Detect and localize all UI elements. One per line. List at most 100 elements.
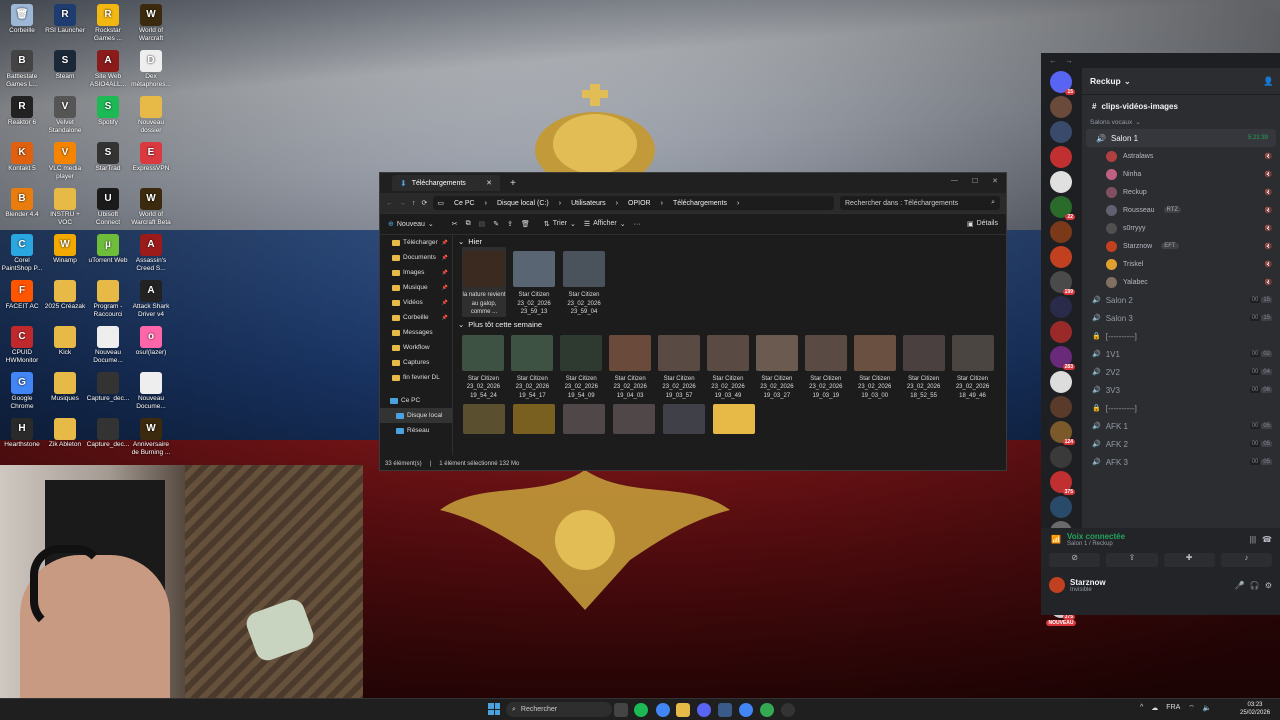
nav-item[interactable]: Musique 📌 xyxy=(380,280,452,295)
address-bar[interactable]: ▭ Ce PC › Disque local (C:) › Utilisateurs… xyxy=(433,196,834,210)
file-item[interactable]: Star Citizen 23_02_2026 19_04_03 xyxy=(609,331,652,401)
voice-member[interactable]: Rousseau RTZ 🔇 xyxy=(1082,201,1280,219)
refresh-icon[interactable]: ⟳ xyxy=(422,199,428,207)
delete-icon[interactable]: 🗑 xyxy=(521,220,530,228)
forward-icon[interactable]: → xyxy=(1065,56,1073,65)
volume-icon[interactable]: 🔈 xyxy=(1203,704,1212,713)
nav-item[interactable]: Télécharger 📌 xyxy=(380,235,452,250)
voice-member[interactable]: Reckup 🔇 xyxy=(1082,183,1280,201)
file-item[interactable] xyxy=(512,400,556,438)
desktop-icon[interactable]: A Attack Shark Driver v4 xyxy=(129,280,173,318)
file-item[interactable]: Star Citizen 23_02_2026 19_54_09 xyxy=(560,331,603,401)
server-icon[interactable] xyxy=(1050,371,1072,393)
back-icon[interactable]: ← xyxy=(1049,56,1057,65)
more-button[interactable]: ··· xyxy=(634,221,641,228)
minimize-button[interactable]: — xyxy=(951,177,958,185)
file-item[interactable]: Star Citizen 23_02_2026 19_54_24 xyxy=(462,331,505,401)
chevron-up-icon[interactable]: ^ xyxy=(1140,704,1143,713)
server-icon[interactable] xyxy=(1050,321,1072,343)
server-icon[interactable]: 124 xyxy=(1050,421,1075,445)
desktop-icon[interactable]: 🗑 Corbeille xyxy=(0,4,44,35)
file-item[interactable]: Star Citizen 23_02_2026 19_03_27 xyxy=(755,331,798,401)
server-icon[interactable] xyxy=(1050,221,1072,243)
file-explorer-window[interactable]: ⬇ Téléchargements ✕ + — ☐ ✕ ← → ↑ ⟳ ▭ Ce… xyxy=(379,172,1007,471)
file-item[interactable]: Star Citizen 23_02_2026 23_59_04 xyxy=(562,247,606,317)
desktop-icon[interactable]: G Google Chrome xyxy=(0,372,44,410)
server-icon[interactable] xyxy=(1050,296,1072,318)
desktop-icon[interactable]: U Ubisoft Connect xyxy=(86,188,130,226)
camera-button[interactable]: ⊘ xyxy=(1049,553,1101,567)
file-item[interactable] xyxy=(562,400,606,438)
view-button[interactable]: ☰ Afficher ⌄ xyxy=(584,220,626,228)
desktop-icon[interactable]: o osu!(lazer) xyxy=(129,326,173,357)
maximize-button[interactable]: ☐ xyxy=(972,177,978,185)
file-item[interactable]: Star Citizen 23_02_2026 19_54_17 xyxy=(511,331,554,401)
obs-icon[interactable] xyxy=(781,703,795,717)
voice-channel[interactable]: 🔊 Salon 2 00 15 xyxy=(1082,291,1280,309)
clock[interactable]: 03:23 25/02/2026 xyxy=(1240,701,1270,717)
desktop-icon[interactable]: Nouveau Docume... xyxy=(86,326,130,364)
add-member-icon[interactable]: 👤 xyxy=(1263,76,1274,87)
voice-channel[interactable]: 🔊 AFK 1 00 05 xyxy=(1082,417,1280,435)
desktop-icon[interactable]: µ uTorrent Web xyxy=(86,234,130,265)
desktop-icon[interactable]: R RSI Launcher xyxy=(43,4,87,35)
nav-item[interactable]: Disque local xyxy=(380,408,452,423)
desktop-icon[interactable]: W World of Warcraft Beta xyxy=(129,188,173,226)
voice-channel[interactable]: 🔊 Salon 3 00 15 xyxy=(1082,309,1280,327)
desktop-icon[interactable]: Zik Ableton xyxy=(43,418,87,449)
file-item[interactable] xyxy=(662,400,706,438)
group-header-week[interactable]: ⌄ Plus tôt cette semaine xyxy=(454,319,994,331)
avatar[interactable] xyxy=(1049,577,1065,593)
desktop-icon[interactable]: D Dex métaphores... xyxy=(129,50,173,88)
headset-icon[interactable]: 🎧 xyxy=(1250,581,1260,590)
new-button[interactable]: ⊕ Nouveau ⌄ xyxy=(388,220,434,229)
desktop-icon[interactable]: S Spotify xyxy=(86,96,130,127)
nav-item[interactable]: Ce PC xyxy=(380,393,452,408)
desktop-icon[interactable]: S Steam xyxy=(43,50,87,81)
voice-channel[interactable]: 🔒 [----------] xyxy=(1082,327,1280,345)
chrome-icon-3[interactable] xyxy=(760,703,774,717)
discord-home-icon[interactable]: 15 xyxy=(1050,71,1075,95)
nav-item[interactable]: Documents 📌 xyxy=(380,250,452,265)
desktop-icon[interactable]: 2025 Créazak xyxy=(43,280,87,311)
disconnect-icon[interactable]: ☎ xyxy=(1262,535,1272,544)
desktop-icon[interactable]: Nouveau Docume... xyxy=(129,372,173,410)
settings-gear-icon[interactable]: ⚙ xyxy=(1265,581,1272,590)
desktop-icon[interactable]: C Corel PaintShop P... xyxy=(0,234,44,272)
mic-icon[interactable]: 🎤 xyxy=(1235,581,1245,590)
desktop-icon[interactable]: W World of Warcraft xyxy=(129,4,173,42)
file-item[interactable]: Star Citizen 23_02_2026 19_03_19 xyxy=(804,331,847,401)
voice-channel[interactable]: 🔊 AFK 3 00 05 xyxy=(1082,453,1280,471)
desktop-icon[interactable]: Nouveau dossier xyxy=(129,96,173,134)
soundboard-button[interactable]: ♪ xyxy=(1220,553,1272,567)
voice-member[interactable]: Starznow EFT 🔇 xyxy=(1082,237,1280,255)
desktop-icon[interactable]: V VLC media player xyxy=(43,142,87,180)
close-button[interactable]: ✕ xyxy=(992,177,998,185)
server-icon[interactable] xyxy=(1050,171,1072,193)
voice-channel[interactable]: 🔊 1V1 00 02 xyxy=(1082,345,1280,363)
desktop-icon[interactable]: Program - Raccourci xyxy=(86,280,130,318)
server-icon[interactable]: 375 xyxy=(1050,471,1075,495)
desktop-icon[interactable]: S StarTrad xyxy=(86,142,130,173)
desktop-icon[interactable]: INSTRU + VOC xyxy=(43,188,87,226)
breadcrumb-item[interactable]: Disque local (C:) xyxy=(497,200,549,207)
desktop-icon[interactable]: R Reaktor 6 xyxy=(0,96,44,127)
desktop-icon[interactable]: R Rockstar Games ... xyxy=(86,4,130,42)
file-item[interactable]: Star Citizen 23_02_2026 19_03_57 xyxy=(658,331,701,401)
back-icon[interactable]: ← xyxy=(386,200,393,207)
desktop-icon[interactable]: B Blender 4.4 xyxy=(0,188,44,219)
desktop-icon[interactable]: A Assassin's Creed S... xyxy=(129,234,173,272)
activities-button[interactable]: ✚ xyxy=(1163,553,1215,567)
desktop-icon[interactable]: W Anniversaire de Burning ... xyxy=(129,418,173,456)
spotify-icon[interactable] xyxy=(634,703,648,717)
breadcrumb-item[interactable]: Ce PC xyxy=(454,200,475,207)
desktop-icon[interactable]: A Site Web ASIO4ALL... xyxy=(86,50,130,88)
voice-category[interactable]: Salons vocaux ⌄ xyxy=(1082,115,1280,129)
desktop-icon[interactable]: B Battlestate Games L... xyxy=(0,50,44,88)
system-tray[interactable]: ^ ☁ FRA ⌔ 🔈 xyxy=(1140,704,1212,713)
breadcrumb-item[interactable]: Utilisateurs xyxy=(571,200,606,207)
file-item[interactable] xyxy=(462,400,506,438)
voice-channel-active[interactable]: 🔊 Salon 1 5:21:39 xyxy=(1086,129,1276,147)
chrome-icon-2[interactable] xyxy=(739,703,753,717)
server-icon[interactable] xyxy=(1050,96,1072,118)
